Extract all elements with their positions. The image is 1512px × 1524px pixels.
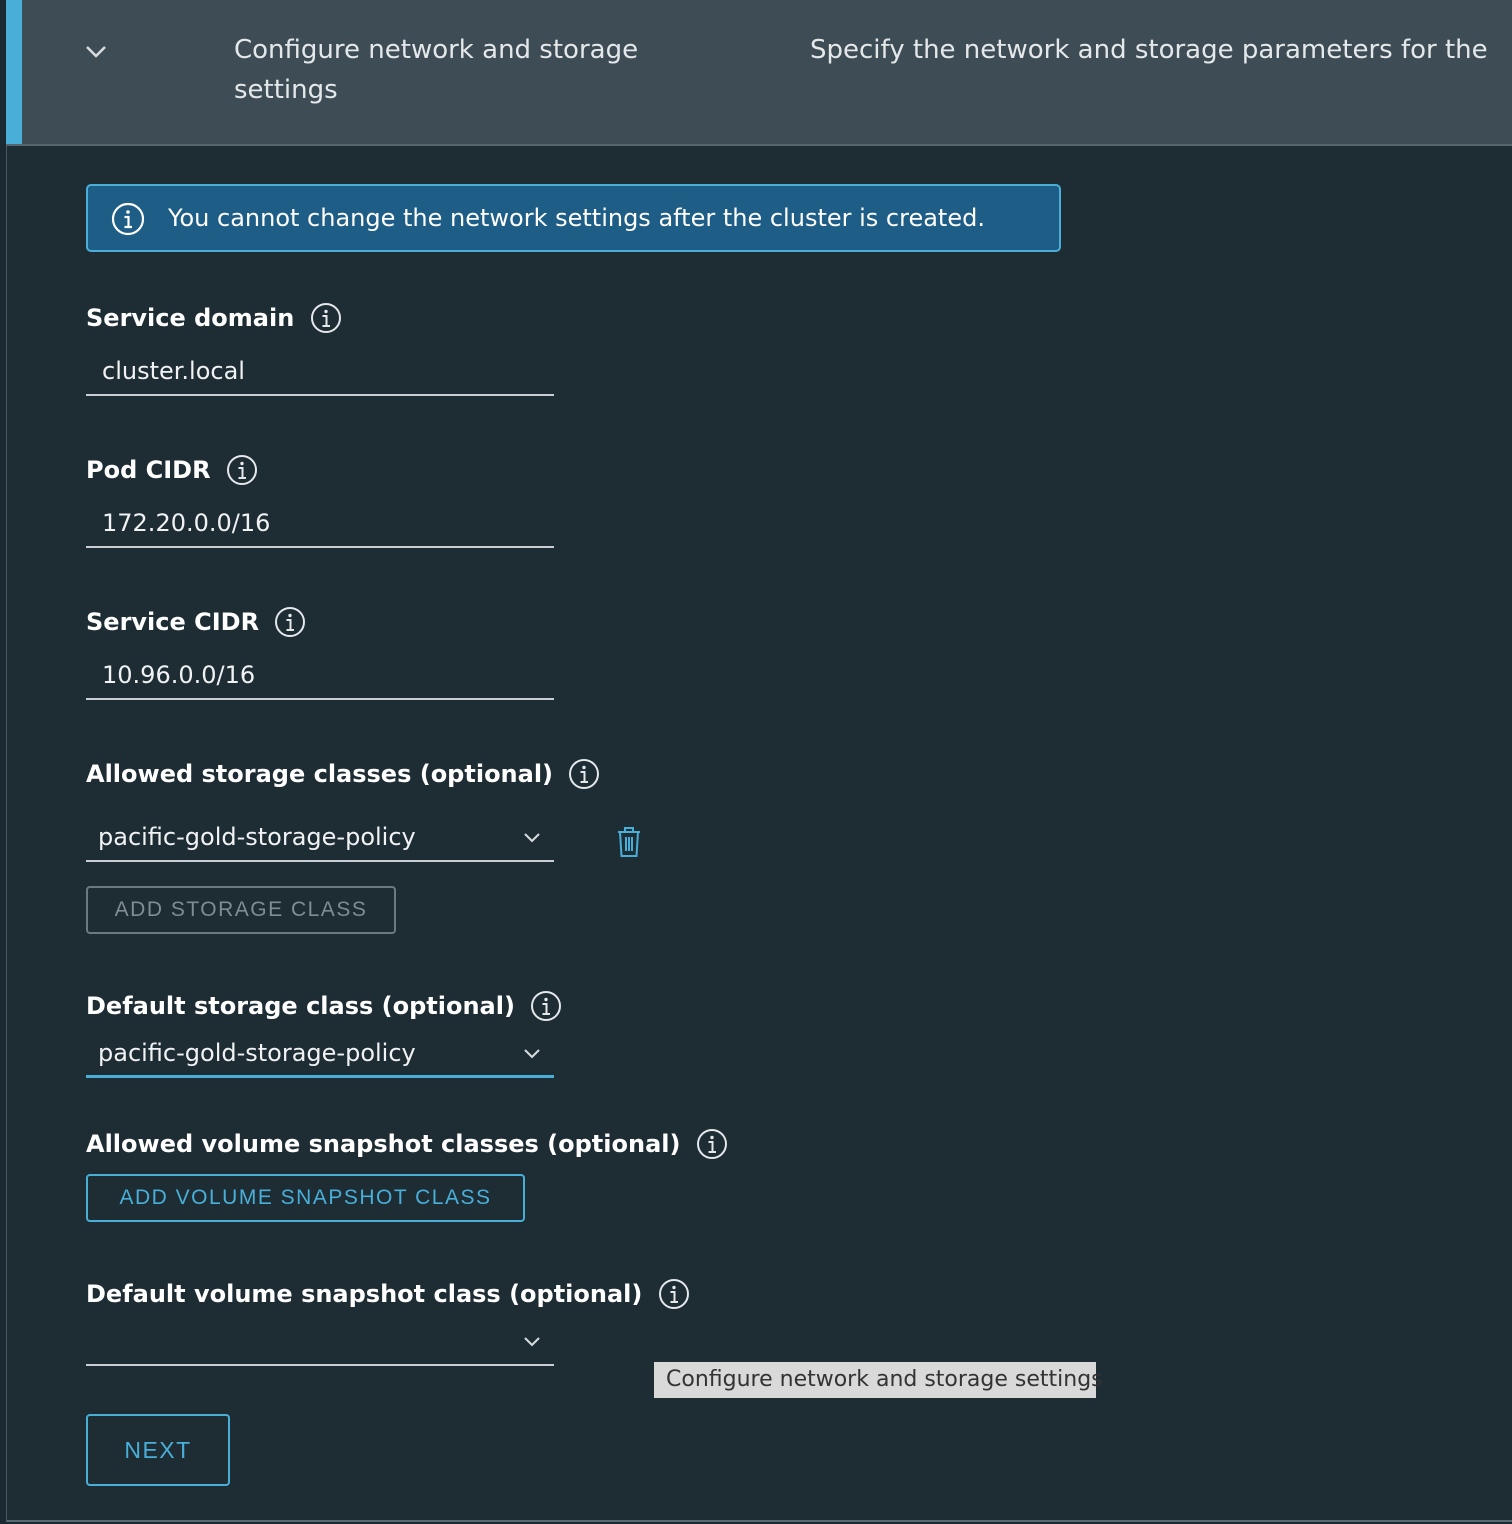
info-icon[interactable] (657, 1277, 691, 1311)
allowed-snapshot-label-text: Allowed volume snapshot classes (optiona… (86, 1130, 681, 1158)
info-circle-icon (111, 202, 145, 236)
info-alert: You cannot change the network settings a… (86, 184, 1061, 252)
step-header[interactable]: Configure network and storage settings S… (6, 0, 1512, 146)
info-icon[interactable] (695, 1127, 729, 1161)
service-cidr-value: 10.96.0.0/16 (102, 661, 256, 689)
pod-cidr-label-text: Pod CIDR (86, 456, 211, 484)
service-cidr-label-text: Service CIDR (86, 608, 260, 636)
pod-cidr-value: 172.20.0.0/16 (102, 509, 271, 537)
chevron-down-icon (524, 1337, 540, 1347)
chevron-down-icon (524, 833, 540, 843)
allowed-storage-value: pacific-gold-storage-policy (98, 823, 416, 851)
trash-icon[interactable] (612, 824, 646, 860)
step-active-indicator (6, 0, 22, 144)
tooltip: Configure network and storage settings (654, 1362, 1103, 1398)
chevron-down-icon[interactable] (82, 38, 110, 66)
pod-cidr-input[interactable]: 172.20.0.0/16 (86, 502, 554, 548)
allowed-storage-select[interactable]: pacific-gold-storage-policy (86, 816, 554, 862)
default-storage-label: Default storage class (optional) (86, 990, 563, 1024)
service-cidr-input[interactable]: 10.96.0.0/16 (86, 654, 554, 700)
allowed-snapshot-label: Allowed volume snapshot classes (optiona… (86, 1128, 729, 1162)
alert-message: You cannot change the network settings a… (168, 204, 985, 232)
step-description: Specify the network and storage paramete… (810, 35, 1488, 65)
default-snapshot-label: Default volume snapshot class (optional) (86, 1278, 691, 1312)
service-domain-label-text: Service domain (86, 304, 295, 332)
default-snapshot-label-text: Default volume snapshot class (optional) (86, 1280, 643, 1308)
add-volume-snapshot-class-button[interactable]: ADD VOLUME SNAPSHOT CLASS (86, 1174, 525, 1222)
allowed-storage-label: Allowed storage classes (optional) (86, 758, 601, 792)
default-storage-value: pacific-gold-storage-policy (98, 1039, 416, 1067)
default-storage-select[interactable]: pacific-gold-storage-policy (86, 1032, 554, 1078)
add-storage-class-button[interactable]: ADD STORAGE CLASS (86, 886, 396, 934)
info-icon[interactable] (567, 757, 601, 791)
service-domain-input[interactable]: cluster.local (86, 350, 554, 396)
default-storage-label-text: Default storage class (optional) (86, 992, 515, 1020)
info-icon[interactable] (273, 605, 307, 639)
step-title: Configure network and storage settings (234, 35, 639, 105)
default-snapshot-select[interactable] (86, 1320, 554, 1366)
service-domain-value: cluster.local (102, 357, 245, 385)
next-button[interactable]: NEXT (86, 1414, 230, 1486)
info-icon[interactable] (309, 301, 343, 335)
chevron-down-icon (524, 1049, 540, 1059)
pod-cidr-label: Pod CIDR (86, 454, 259, 488)
allowed-storage-label-text: Allowed storage classes (optional) (86, 760, 554, 788)
service-domain-label: Service domain (86, 302, 343, 336)
info-icon[interactable] (529, 989, 563, 1023)
info-icon[interactable] (225, 453, 259, 487)
service-cidr-label: Service CIDR (86, 606, 307, 640)
